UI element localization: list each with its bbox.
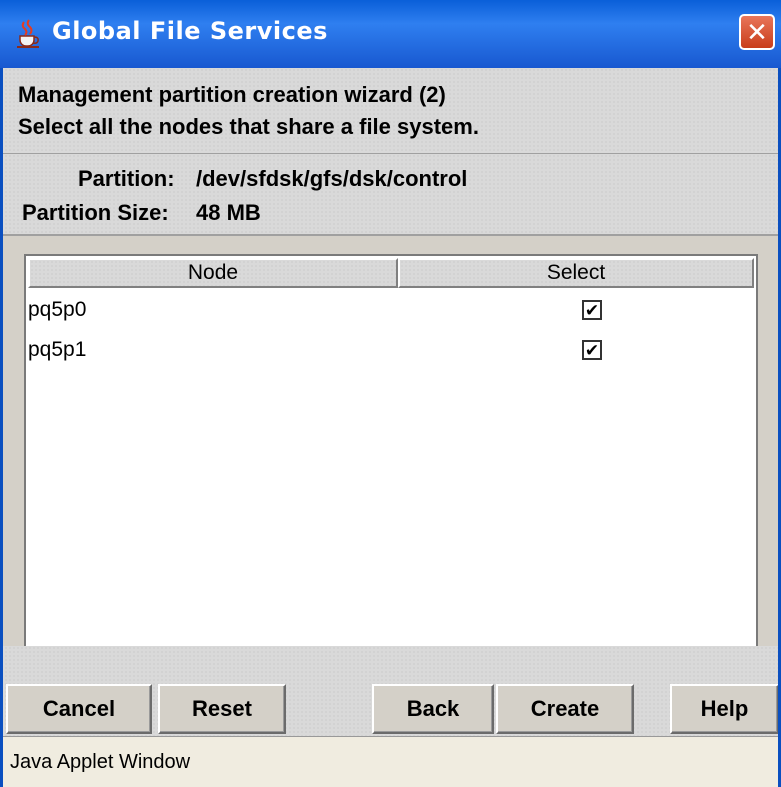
partition-label: Partition:: [78, 166, 175, 191]
button-bar: Cancel Reset Back Create Help: [0, 646, 781, 742]
column-header-select[interactable]: Select: [398, 258, 754, 288]
partition-value: /dev/sfdsk/gfs/dsk/control: [196, 166, 468, 191]
wizard-instruction: Select all the nodes that share a file s…: [18, 114, 479, 139]
title-bar[interactable]: Global File Services ✕: [0, 0, 781, 68]
close-icon: ✕: [746, 17, 768, 47]
partition-size-label: Partition Size:: [22, 200, 169, 225]
checkmark-icon: ✔: [584, 300, 600, 320]
cancel-button[interactable]: Cancel: [6, 684, 152, 734]
back-button[interactable]: Back: [372, 684, 494, 734]
close-button[interactable]: ✕: [739, 14, 775, 50]
partition-size-value: 48 MB: [196, 200, 261, 225]
wizard-heading: Management partition creation wizard (2): [18, 82, 446, 107]
column-header-node[interactable]: Node: [28, 258, 398, 288]
help-button[interactable]: Help: [670, 684, 779, 734]
reset-button[interactable]: Reset: [158, 684, 286, 734]
select-checkbox[interactable]: ✔: [582, 300, 602, 320]
partition-info: Partition: /dev/sfdsk/gfs/dsk/control Pa…: [0, 154, 781, 236]
checkmark-icon: ✔: [584, 340, 600, 360]
java-cup-icon: [17, 19, 39, 48]
status-text: Java Applet Window: [10, 751, 191, 773]
window-title: Global File Services: [52, 17, 328, 45]
node-name: pq5p1: [28, 338, 87, 361]
gfs-window: Global File Services ✕ Management partit…: [0, 0, 781, 787]
node-name: pq5p0: [28, 298, 87, 321]
table-row[interactable]: pq5p1 ✔: [26, 332, 756, 372]
create-button[interactable]: Create: [496, 684, 634, 734]
window-border-left: [0, 68, 3, 787]
wizard-header: Management partition creation wizard (2)…: [0, 68, 781, 154]
select-checkbox[interactable]: ✔: [582, 340, 602, 360]
table-row[interactable]: pq5p0 ✔: [26, 292, 756, 332]
status-bar: Java Applet Window: [0, 736, 781, 787]
